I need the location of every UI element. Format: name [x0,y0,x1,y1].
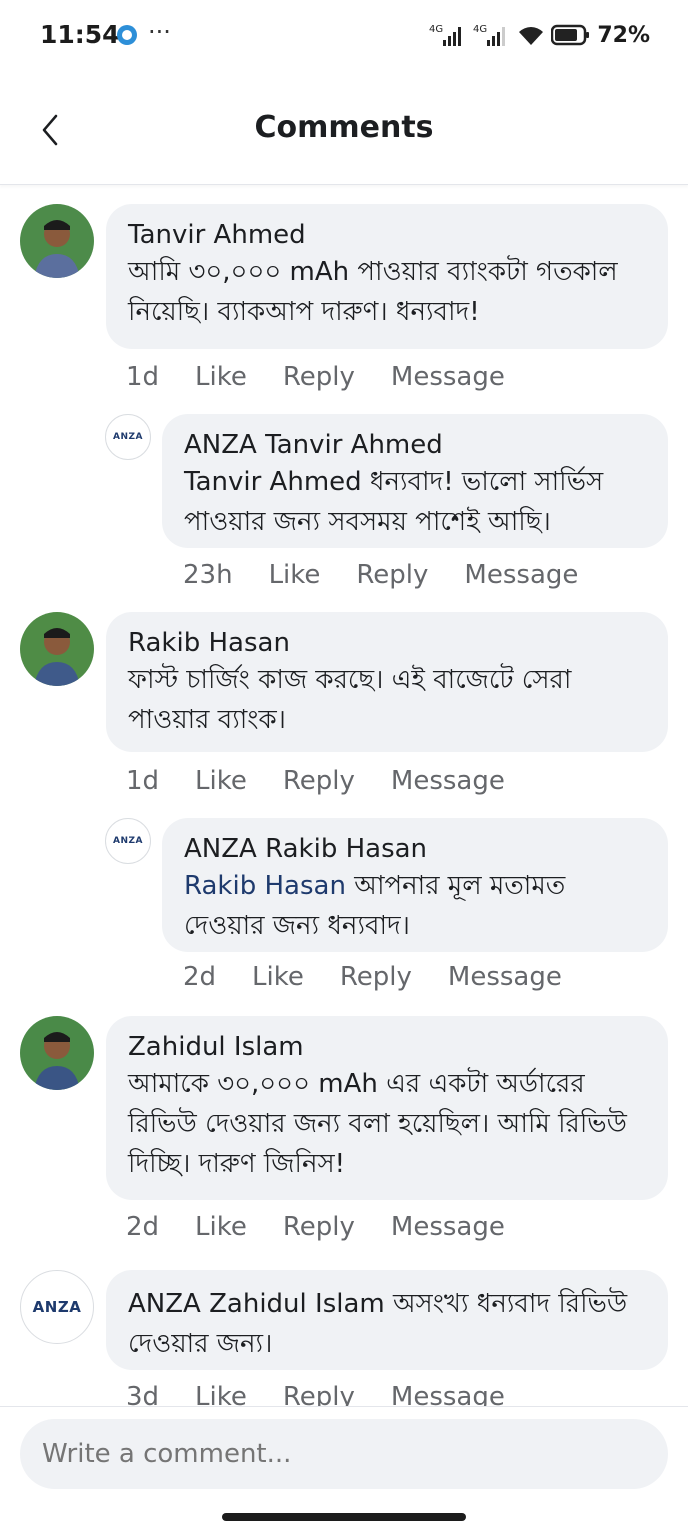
mention-link[interactable]: Rakib Hasan [184,871,346,901]
comment-author[interactable]: ANZA Rakib Hasan [184,832,646,866]
comment-composer [0,1406,688,1530]
comment-time: 23h [183,560,233,590]
brand-logo: ANZA [113,432,143,442]
comment-text: ফাস্ট চার্জিং কাজ করছে। এই বাজেটে সেরা প… [128,665,572,735]
like-button[interactable]: Like [269,560,321,590]
home-indicator[interactable] [222,1513,466,1521]
like-button[interactable]: Like [195,1212,247,1242]
comment-actions: 3d Like Reply Message [126,1382,541,1406]
more-notifications-icon: ··· [148,18,171,46]
wifi-icon [519,27,544,45]
comment-text: Rakib Hasan আপনার মূল মতামত দেওয়ার জন্য… [184,871,566,941]
battery-icon [551,24,590,46]
status-time: 11:54 [40,20,120,49]
svg-text:4G: 4G [473,24,487,35]
comment-time: 1d [126,362,160,392]
like-button[interactable]: Like [195,1382,247,1406]
brand-avatar[interactable]: ANZA [105,414,151,460]
comment-author[interactable]: Rakib Hasan [128,626,646,660]
brand-avatar[interactable]: ANZA [20,1270,94,1344]
comment-time: 3d [126,1382,160,1406]
comment-author[interactable]: Tanvir Ahmed [128,218,646,252]
reply-button[interactable]: Reply [283,362,355,392]
svg-text:4G: 4G [429,24,443,35]
status-indicators: 4G 4G 72% [429,20,650,50]
message-button[interactable]: Message [391,1212,505,1242]
comment-time: 2d [126,1212,160,1242]
comment-time: 2d [183,962,217,992]
comment-text: আমি ৩০,০০০ mAh পাওয়ার ব্যাংকটা গতকাল নি… [128,257,618,327]
message-button[interactable]: Message [391,766,505,796]
comment-text: Tanvir Ahmed ধন্যবাদ! ভালো সার্ভিস পাওয়… [184,467,604,537]
notification-icon [117,25,137,45]
comment-time: 1d [126,766,160,796]
signal-4g-icon-2: 4G [473,24,506,46]
comment-actions: 2d Like Reply Message [126,1212,541,1242]
comments-list: Tanvir Ahmed আমি ৩০,০০০ mAh পাওয়ার ব্যা… [0,186,688,1406]
brand-avatar[interactable]: ANZA [105,818,151,864]
message-button[interactable]: Message [448,962,562,992]
comment-actions: 2d Like Reply Message [183,962,598,992]
comment-bubble: Tanvir Ahmed আমি ৩০,০০০ mAh পাওয়ার ব্যা… [106,204,668,349]
like-button[interactable]: Like [195,766,247,796]
signal-4g-icon: 4G [429,24,462,46]
reply-button[interactable]: Reply [283,766,355,796]
comment-bubble: ANZA Zahidul Islam অসংখ্য ধন্যবাদ রিভিউ … [106,1270,668,1370]
like-button[interactable]: Like [252,962,304,992]
comment-bubble: Rakib Hasan ফাস্ট চার্জিং কাজ করছে। এই ব… [106,612,668,752]
comment-text: ANZA Zahidul Islam অসংখ্য ধন্যবাদ রিভিউ … [128,1289,628,1359]
brand-logo: ANZA [113,836,143,846]
status-bar: 11:54 ··· 4G 4G 72% [0,0,688,74]
battery-percent: 72% [597,22,650,48]
reply-button[interactable]: Reply [283,1212,355,1242]
comment-input[interactable] [20,1419,668,1489]
page-title: Comments [254,110,434,145]
comment-actions: 1d Like Reply Message [126,766,541,796]
avatar[interactable] [20,204,94,278]
comment-actions: 1d Like Reply Message [126,362,541,392]
brand-logo: ANZA [32,1298,82,1316]
message-button[interactable]: Message [391,362,505,392]
comment-actions: 23h Like Reply Message [183,560,614,590]
reply-button[interactable]: Reply [356,560,428,590]
reply-button[interactable]: Reply [340,962,412,992]
like-button[interactable]: Like [195,362,247,392]
reply-bubble: ANZA Tanvir Ahmed Tanvir Ahmed ধন্যবাদ! … [162,414,668,548]
comment-author[interactable]: ANZA Tanvir Ahmed [184,428,646,462]
message-button[interactable]: Message [464,560,578,590]
comment-text: আমাকে ৩০,০০০ mAh এর একটা অর্ডারের রিভিউ … [128,1069,627,1179]
message-button[interactable]: Message [391,1382,505,1406]
avatar[interactable] [20,612,94,686]
reply-button[interactable]: Reply [283,1382,355,1406]
comment-author[interactable]: Zahidul Islam [128,1030,646,1064]
comment-author[interactable]: ANZA [128,1289,201,1319]
comment-bubble: Zahidul Islam আমাকে ৩০,০০০ mAh এর একটা অ… [106,1016,668,1200]
header: Comments [0,74,688,185]
avatar[interactable] [20,1016,94,1090]
reply-bubble: ANZA Rakib Hasan Rakib Hasan আপনার মূল ম… [162,818,668,952]
